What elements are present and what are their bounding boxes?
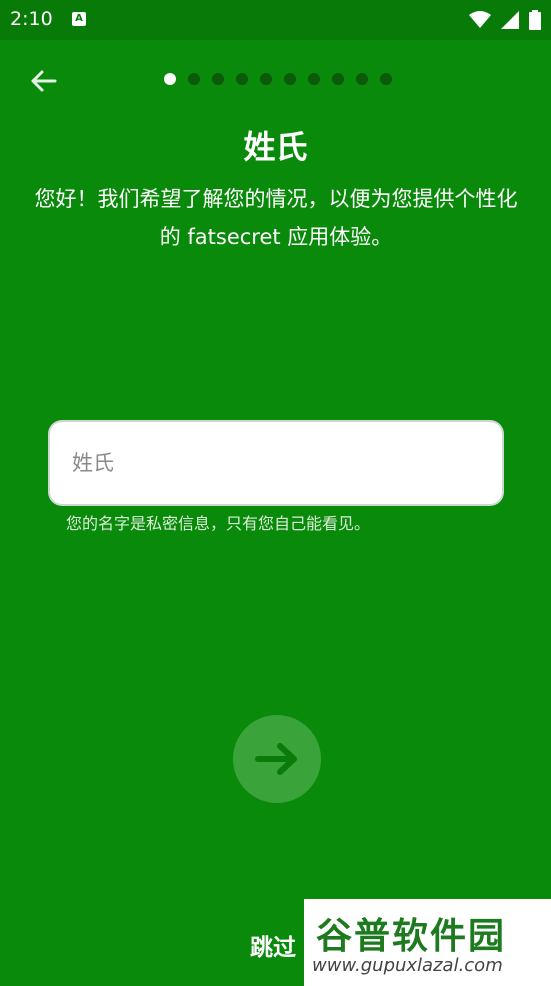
- status-icons: [469, 10, 541, 30]
- next-button[interactable]: [233, 715, 321, 803]
- status-time: 2:10: [10, 8, 53, 30]
- helper-text: 您的名字是私密信息，只有您自己能看见。: [66, 514, 371, 533]
- progress-dot: [356, 73, 368, 85]
- battery-icon: [529, 10, 541, 30]
- progress-dots: [164, 73, 392, 85]
- progress-dot: [380, 73, 392, 85]
- watermark-logo: 谷普软件园: [316, 915, 507, 957]
- skip-button[interactable]: 跳过: [250, 928, 296, 962]
- progress-dot: [332, 73, 344, 85]
- progress-dot: [188, 73, 200, 85]
- progress-dot: [284, 73, 296, 85]
- progress-dot: [260, 73, 272, 85]
- surname-field-container: [50, 422, 502, 504]
- surname-input[interactable]: [50, 422, 502, 504]
- status-bar: 2:10 A: [0, 0, 551, 40]
- arrow-right-icon: [255, 743, 297, 775]
- watermark-url: www.gupuxlazal.com: [312, 955, 503, 976]
- progress-dot: [308, 73, 320, 85]
- arrow-left-icon: [31, 70, 57, 92]
- watermark: 谷普软件园 www.gupuxlazal.com: [304, 899, 551, 986]
- progress-dot: [212, 73, 224, 85]
- wifi-icon: [469, 11, 491, 28]
- back-button[interactable]: [26, 64, 60, 98]
- page-description: 您好！我们希望了解您的情况，以便为您提供个性化的 fatsecret 应用体验。: [34, 187, 518, 249]
- signal-icon: [501, 11, 519, 29]
- page-title: 姓氏: [243, 128, 308, 166]
- progress-dot: [236, 73, 248, 85]
- progress-dot-active: [164, 73, 176, 85]
- notification-icon: A: [72, 12, 86, 26]
